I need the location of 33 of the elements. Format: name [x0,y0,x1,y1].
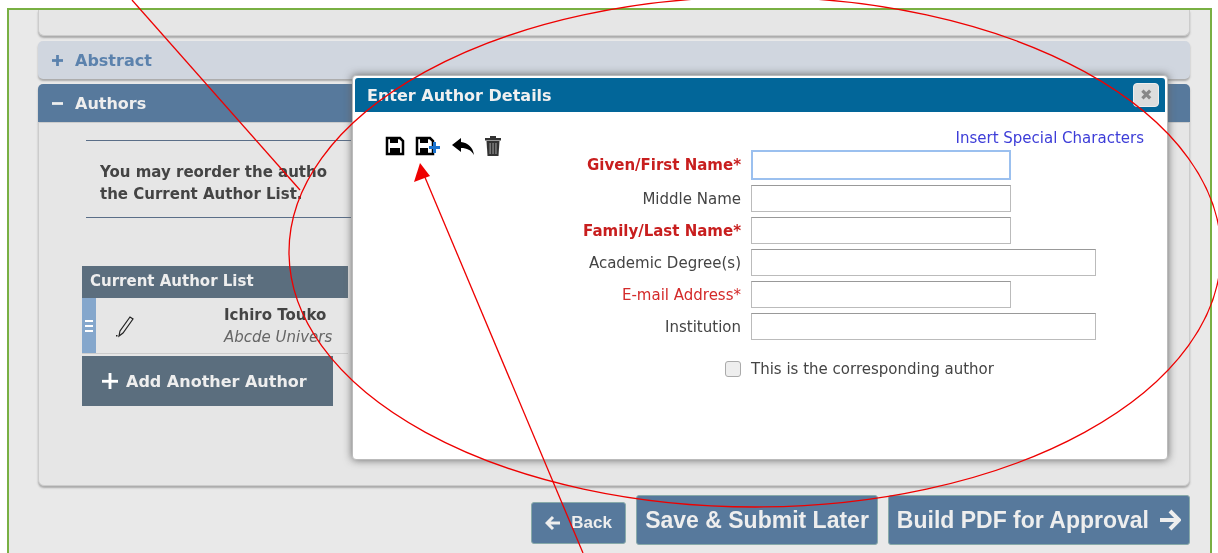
save-icon[interactable] [385,136,405,156]
section-header[interactable]: Abstract [38,41,1190,79]
instruction-text: the Current Author List. [100,184,304,205]
plus-icon [52,54,63,66]
field-label: E-mail Address* [620,285,742,304]
plus-icon [102,373,118,389]
input-field[interactable] [751,185,1011,212]
right-arrow-icon [1159,509,1181,531]
checkbox-label: This is the corresponding author [751,360,994,378]
input-field[interactable] [751,217,1011,244]
footer-button[interactable]: Save & Submit Later [636,495,878,545]
footer-button[interactable]: Back [531,502,627,544]
trash-icon[interactable] [485,136,501,156]
checkbox[interactable] [725,361,741,377]
left-arrow-icon [545,515,562,531]
input-field[interactable] [751,249,1096,276]
drag-handle[interactable] [82,298,96,353]
field-label: Institution [664,317,742,336]
input-field[interactable] [751,313,1096,340]
input-field[interactable] [751,150,1011,180]
field-label: Family/Last Name* [582,221,742,240]
footer-button[interactable]: Build PDF for Approval [887,495,1190,545]
close-button[interactable]: ✖ [1133,83,1159,107]
field-label: Middle Name [641,189,742,208]
reply-arrow-icon[interactable] [451,136,475,156]
field-label: Academic Degree(s) [587,253,742,272]
special-characters-link[interactable]: Insert Special Characters [955,129,1144,147]
handle-icon [85,317,93,334]
input-field[interactable] [751,281,1011,308]
save-add-icon[interactable] [415,136,441,156]
add-author-button[interactable]: Add Another Author [82,356,333,406]
field-label: Given/First Name* [586,156,742,174]
table-header: Current Author List [82,266,348,298]
